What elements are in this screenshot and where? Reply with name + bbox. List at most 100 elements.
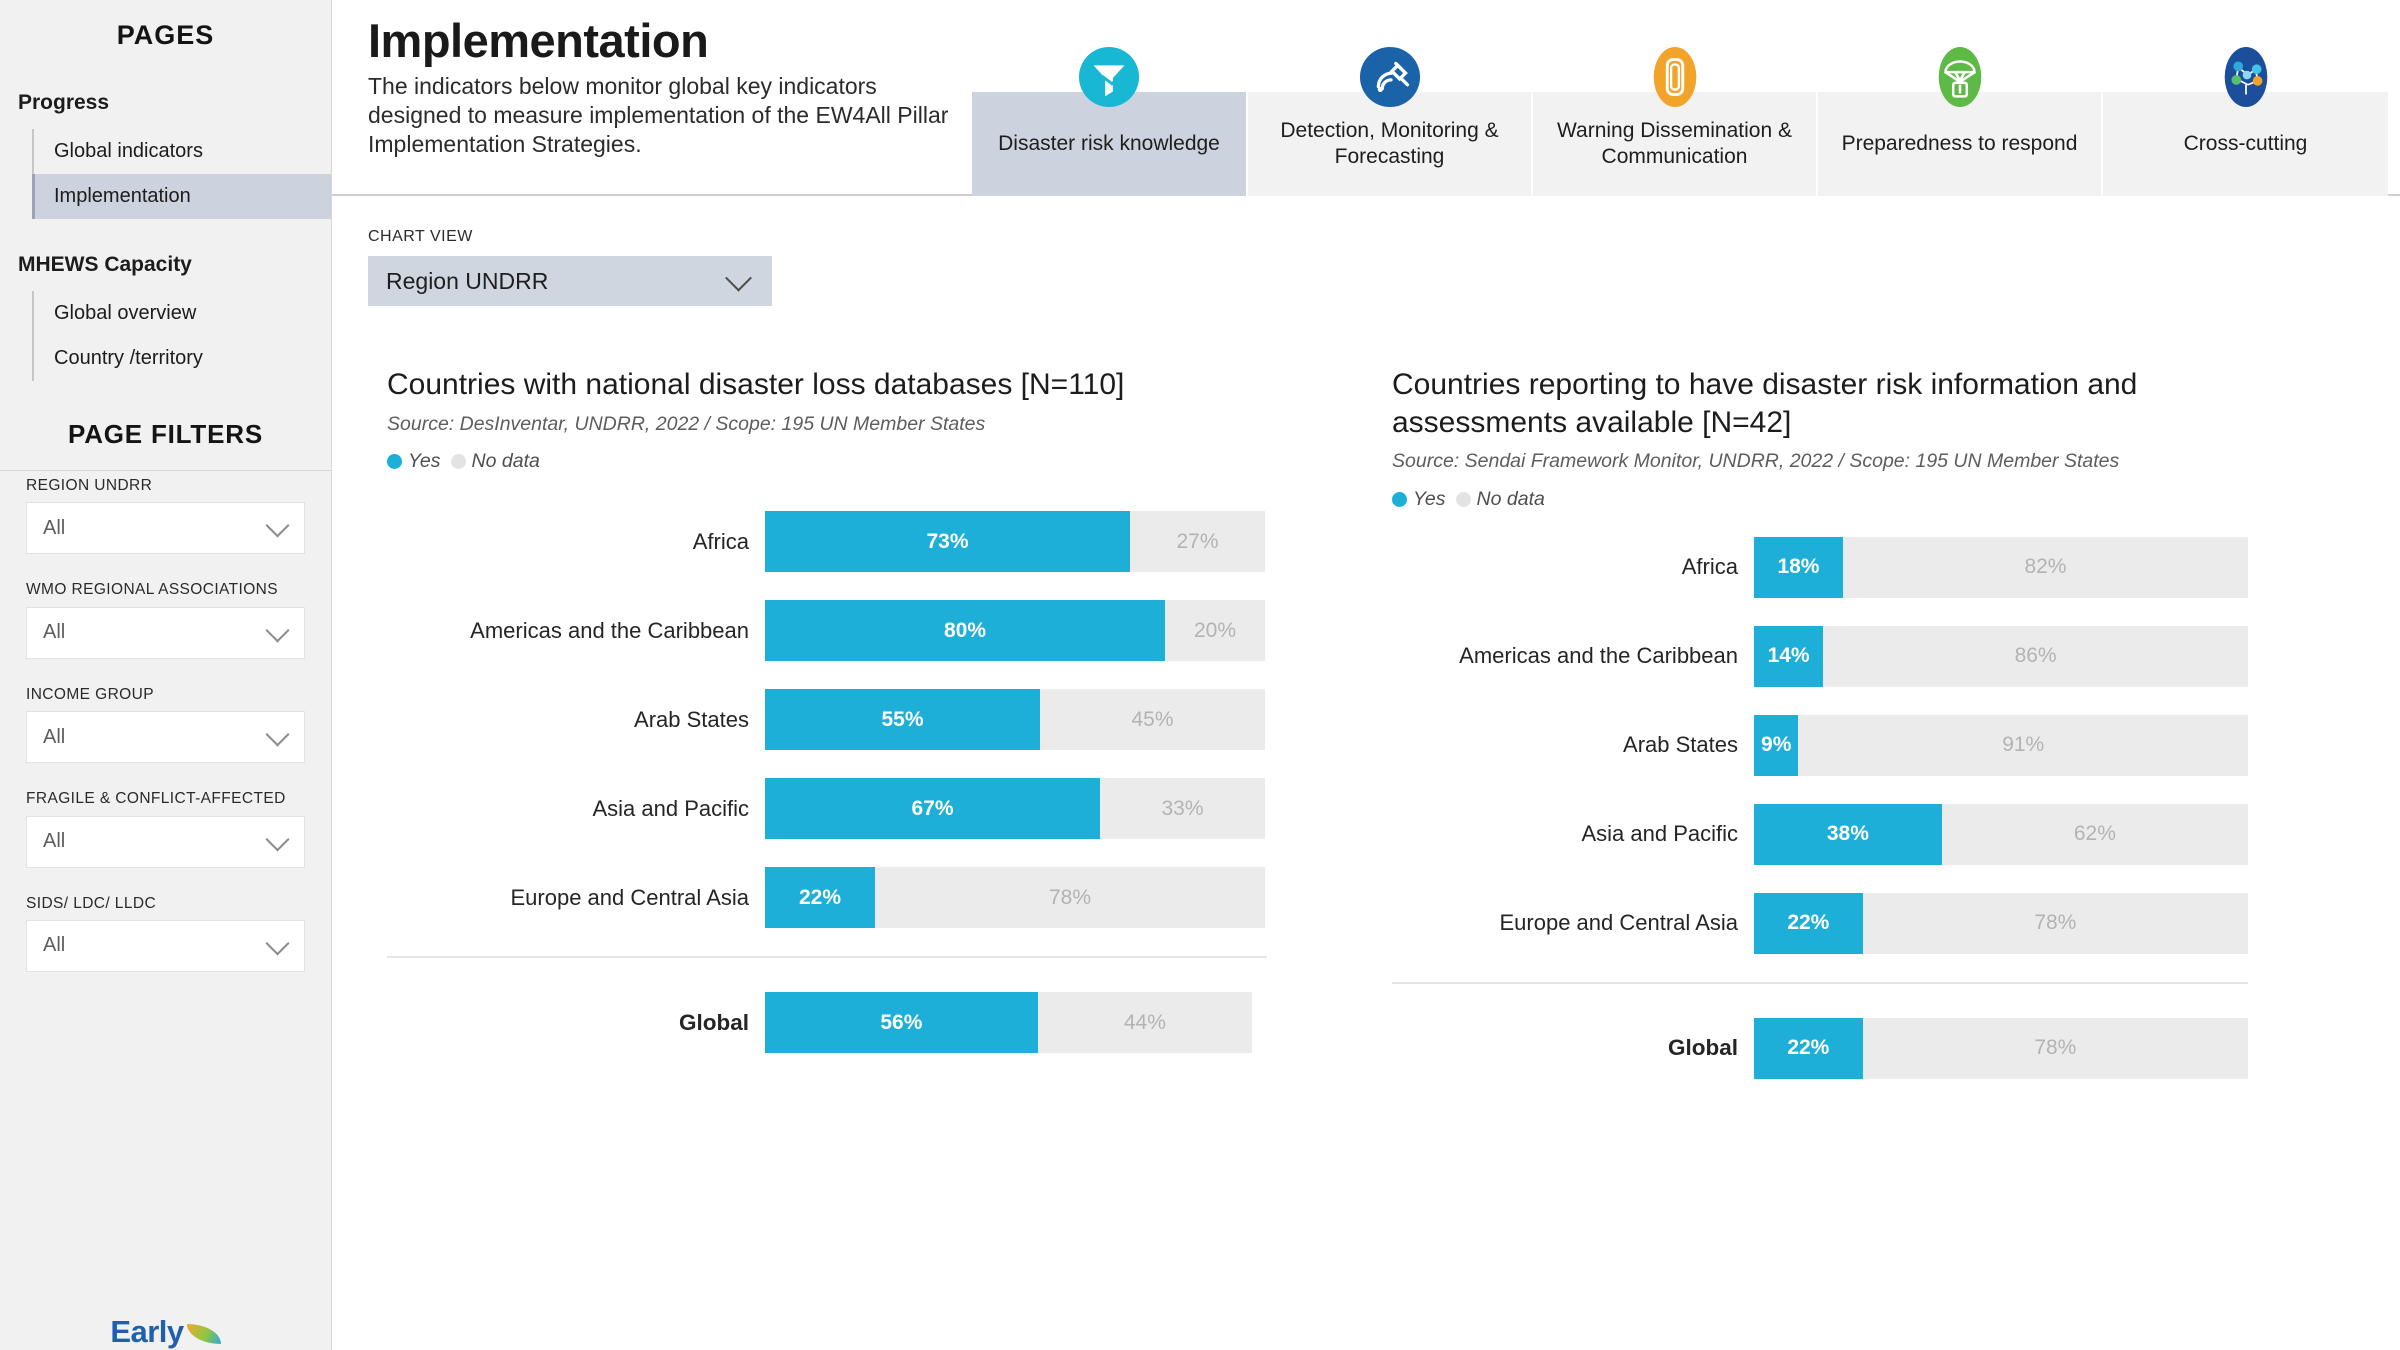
filter-select-income-group[interactable]: All	[26, 711, 305, 764]
bars-left: Africa 73% 27% Americas and the Caribbea…	[387, 511, 1362, 1054]
bar-label-arab-states-right: Arab States	[1623, 732, 1738, 758]
bar-fill-yes: 55%	[765, 689, 1040, 751]
sidebar-item-implementation[interactable]: Implementation	[32, 174, 331, 219]
legend-item-nodata-left: No data	[450, 450, 540, 473]
chevron-down-icon	[265, 513, 290, 538]
tab-cross-cutting[interactable]: Cross-cutting	[2103, 46, 2388, 196]
bar-fill-nodata-global: 44%	[1038, 992, 1252, 1053]
bar-fill-yes: 9%	[1754, 714, 1799, 776]
bar-row[interactable]: Africa 18% 82%	[1392, 536, 2362, 598]
bar-fill-nodata: 33%	[1100, 778, 1265, 839]
chart-legend-right: Yes No data	[1392, 488, 2362, 511]
filter-income-group: INCOME GROUP All	[0, 685, 331, 764]
bar-value-nodata: 62%	[2073, 822, 2116, 846]
filter-select-region-undrr[interactable]: All	[26, 502, 305, 555]
tab-preparedness-to-respond[interactable]: Preparedness to respond	[1818, 46, 2103, 196]
tab-label-detection-monitoring-forecasting: Detection, Monitoring & Forecasting	[1280, 119, 1499, 168]
bar-track: 22% 78%	[1754, 892, 2248, 954]
bar-row[interactable]: Arab States 55% 45%	[387, 689, 1362, 751]
bar-row[interactable]: Asia and Pacific 38% 62%	[1392, 803, 2362, 865]
chart-card-disaster-risk-information: Countries reporting to have disaster ris…	[1362, 366, 2362, 1079]
bar-value-nodata: 86%	[2014, 644, 2057, 668]
bar-value-nodata: 33%	[1161, 796, 1204, 820]
network-brain-icon	[2215, 46, 2277, 108]
bar-value-yes: 22%	[798, 885, 842, 909]
bar-row-global[interactable]: Global 56% 44%	[387, 992, 1362, 1054]
legend-label-nodata-right: No data	[1476, 487, 1545, 510]
bar-value-nodata: 91%	[2002, 733, 2045, 757]
bar-fill-nodata: 78%	[875, 867, 1265, 928]
bar-value-nodata: 27%	[1176, 529, 1219, 553]
bar-fill-yes: 73%	[765, 511, 1130, 573]
bar-fill-yes: 14%	[1754, 625, 1824, 687]
filter-wmo-regional-associations: WMO REGIONAL ASSOCIATIONS All	[0, 580, 331, 659]
bar-track: 73% 27%	[765, 511, 1265, 573]
charts-area: Countries with national disaster loss da…	[332, 306, 2400, 1079]
bar-row[interactable]: Asia and Pacific 67% 33%	[387, 778, 1362, 840]
bar-fill-nodata: 27%	[1130, 511, 1265, 572]
page-title: Implementation	[368, 14, 709, 67]
bar-value-yes: 18%	[1777, 555, 1820, 579]
bar-row[interactable]: Americas and the Caribbean 80% 20%	[387, 600, 1362, 662]
filter-select-sids-ldc-lldc[interactable]: All	[26, 919, 305, 972]
sidebar-item-global-overview[interactable]: Global overview	[34, 291, 331, 336]
bar-fill-nodata: 86%	[1823, 626, 2248, 687]
bar-value-yes: 67%	[911, 796, 954, 820]
bar-value-yes-global: 56%	[880, 1010, 923, 1034]
legend-item-yes-left: Yes	[387, 450, 441, 473]
bar-row-global[interactable]: Global 22% 78%	[1392, 1017, 2362, 1079]
tab-disaster-risk-knowledge[interactable]: Disaster risk knowledge	[972, 46, 1248, 196]
nav-group-title-mhews: MHEWS Capacity	[18, 253, 192, 276]
filter-value-region-undrr: All	[43, 516, 66, 539]
bar-value-yes: 80%	[943, 618, 987, 642]
tab-detection-monitoring-forecasting[interactable]: Detection, Monitoring & Forecasting	[1248, 46, 1533, 196]
bar-row[interactable]: Arab States 9% 91%	[1392, 714, 2362, 776]
legend-dot-nodata-icon	[450, 454, 466, 470]
filter-label-region-undrr: REGION UNDRR	[26, 477, 153, 494]
bar-label-europe-central-asia-left: Europe and Central Asia	[510, 884, 750, 910]
legend-label-nodata-left: No data	[471, 450, 540, 473]
sidebar-item-country-territory[interactable]: Country /territory	[34, 336, 331, 381]
nav-group-title-progress: Progress	[18, 91, 110, 114]
bar-row[interactable]: Americas and the Caribbean 14% 86%	[1392, 625, 2362, 687]
bar-label-africa-left: Africa	[692, 528, 749, 554]
bar-label-arab-states-left: Arab States	[634, 706, 749, 732]
bar-value-nodata-global: 78%	[2034, 1036, 2077, 1060]
bar-value-yes-global: 22%	[1787, 1036, 1830, 1060]
bar-row[interactable]: Africa 73% 27%	[387, 511, 1362, 573]
bar-fill-nodata: 20%	[1165, 600, 1265, 661]
filter-select-wmo[interactable]: All	[26, 606, 305, 659]
bar-value-yes: 38%	[1826, 822, 1869, 846]
bar-label-americas-left: Americas and the Caribbean	[470, 617, 749, 643]
chart-view-label: CHART VIEW	[368, 228, 473, 245]
bar-value-nodata-global: 44%	[1123, 1010, 1166, 1034]
bar-label-asia-pacific-left: Asia and Pacific	[592, 795, 749, 821]
chart-title-right: Countries reporting to have disaster ris…	[1392, 368, 2138, 439]
bar-track: 18% 82%	[1754, 536, 2248, 598]
bar-fill-yes-global: 56%	[765, 992, 1038, 1054]
tab-label-cross-cutting: Cross-cutting	[2183, 132, 2308, 156]
filter-value-wmo: All	[43, 621, 66, 644]
tab-warning-dissemination-communication[interactable]: Warning Dissemination & Communication	[1533, 46, 1818, 196]
bar-label-americas-right: Americas and the Caribbean	[1459, 643, 1738, 669]
filter-select-fragile-conflict[interactable]: All	[26, 815, 305, 868]
bar-track: 80% 20%	[765, 600, 1265, 662]
chart-view-select[interactable]: Region UNDRR	[368, 256, 772, 306]
legend-dot-yes-icon	[1392, 491, 1407, 507]
filter-region-undrr: REGION UNDRR All	[0, 476, 331, 555]
chart-card-disaster-loss-databases: Countries with national disaster loss da…	[332, 366, 1362, 1079]
filter-label-sids-ldc-lldc: SIDS/ LDC/ LLDC	[26, 894, 157, 912]
sidebar-item-global-indicators[interactable]: Global indicators	[34, 129, 331, 174]
bar-row[interactable]: Europe and Central Asia 22% 78%	[1392, 892, 2362, 954]
tab-label-warning-dissemination-communication: Warning Dissemination & Communication	[1557, 119, 1792, 168]
bar-value-yes: 14%	[1767, 644, 1810, 668]
bar-track-global: 22% 78%	[1754, 1017, 2248, 1079]
bar-track: 9% 91%	[1754, 714, 2248, 776]
bar-row[interactable]: Europe and Central Asia 22% 78%	[387, 867, 1362, 929]
bar-fill-yes: 38%	[1754, 803, 1942, 865]
legend-label-yes-left: Yes	[408, 450, 441, 473]
bar-value-yes: 73%	[926, 529, 969, 553]
funnel-data-icon	[1078, 46, 1140, 108]
filter-value-fragile-conflict: All	[43, 830, 66, 852]
bar-fill-yes: 67%	[765, 778, 1100, 840]
